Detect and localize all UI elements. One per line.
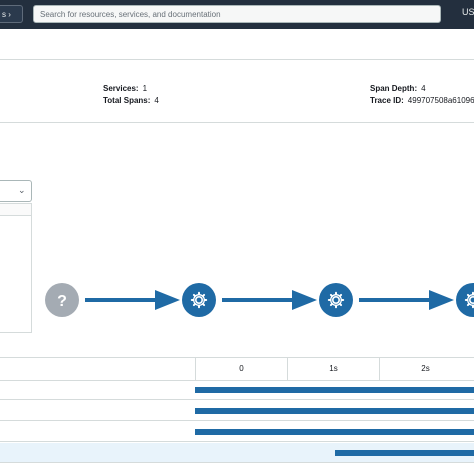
timeline-header: 0 1s 2s (0, 358, 474, 381)
timeline-tick-label: 0 (239, 364, 244, 373)
services-menu-label: s (2, 10, 6, 19)
region-selector[interactable]: US (462, 7, 474, 17)
timeline-tick: 1s (287, 358, 379, 380)
timeline-tick-label: 1s (329, 364, 338, 373)
trace-summary-panel: Services: 1 Total Spans: 4 Span Depth: 4 Tr… (0, 60, 474, 123)
timeline-tick: 0 (195, 358, 287, 380)
total-spans-label: Total Spans: (103, 96, 151, 105)
edge-client-to-service-1[interactable] (85, 290, 180, 310)
unknown-node-glyph: ? (57, 293, 67, 310)
span-bar[interactable] (195, 429, 474, 435)
services-count: Services: 1 (103, 84, 147, 93)
span-depth: Span Depth: 4 (370, 84, 426, 93)
edge-service-1-to-service-2[interactable] (222, 290, 317, 310)
top-navigation-bar: s › Search for resources, services, and … (0, 0, 474, 29)
service-map-panel: ⌄ ? (0, 123, 474, 358)
timeline-row[interactable] (0, 380, 474, 400)
service-node-1[interactable] (182, 283, 216, 317)
service-node-3[interactable] (456, 283, 474, 317)
timeline-row[interactable] (0, 422, 474, 442)
trace-timeline: 0 1s 2s (0, 358, 474, 474)
edge-service-2-to-service-3[interactable] (359, 290, 454, 310)
trace-id-label: Trace ID: (370, 96, 404, 105)
span-bar[interactable] (195, 408, 474, 414)
span-bar[interactable] (195, 387, 474, 393)
total-spans-value: 4 (154, 96, 159, 105)
chevron-right-icon: › (8, 10, 11, 19)
span-depth-value: 4 (421, 84, 426, 93)
search-input[interactable]: Search for resources, services, and docu… (33, 5, 441, 23)
timeline-row[interactable] (0, 401, 474, 421)
span-depth-label: Span Depth: (370, 84, 418, 93)
span-bar[interactable] (334, 450, 474, 456)
page-header-bar (0, 29, 474, 60)
timeline-row[interactable] (0, 443, 474, 463)
total-spans: Total Spans: 4 (103, 96, 159, 105)
trace-id-value: 499707508a610960 (407, 96, 474, 105)
timeline-tick: 2s (379, 358, 471, 380)
services-menu-button[interactable]: s › (0, 5, 23, 23)
service-node-2[interactable] (319, 283, 353, 317)
client-node[interactable]: ? (45, 283, 79, 317)
service-map-graph: ? (45, 283, 474, 317)
timeline-tick-label: 2s (421, 364, 430, 373)
trace-id: Trace ID: 499707508a610960 (370, 96, 474, 105)
services-count-label: Services: (103, 84, 139, 93)
services-count-value: 1 (142, 84, 148, 93)
